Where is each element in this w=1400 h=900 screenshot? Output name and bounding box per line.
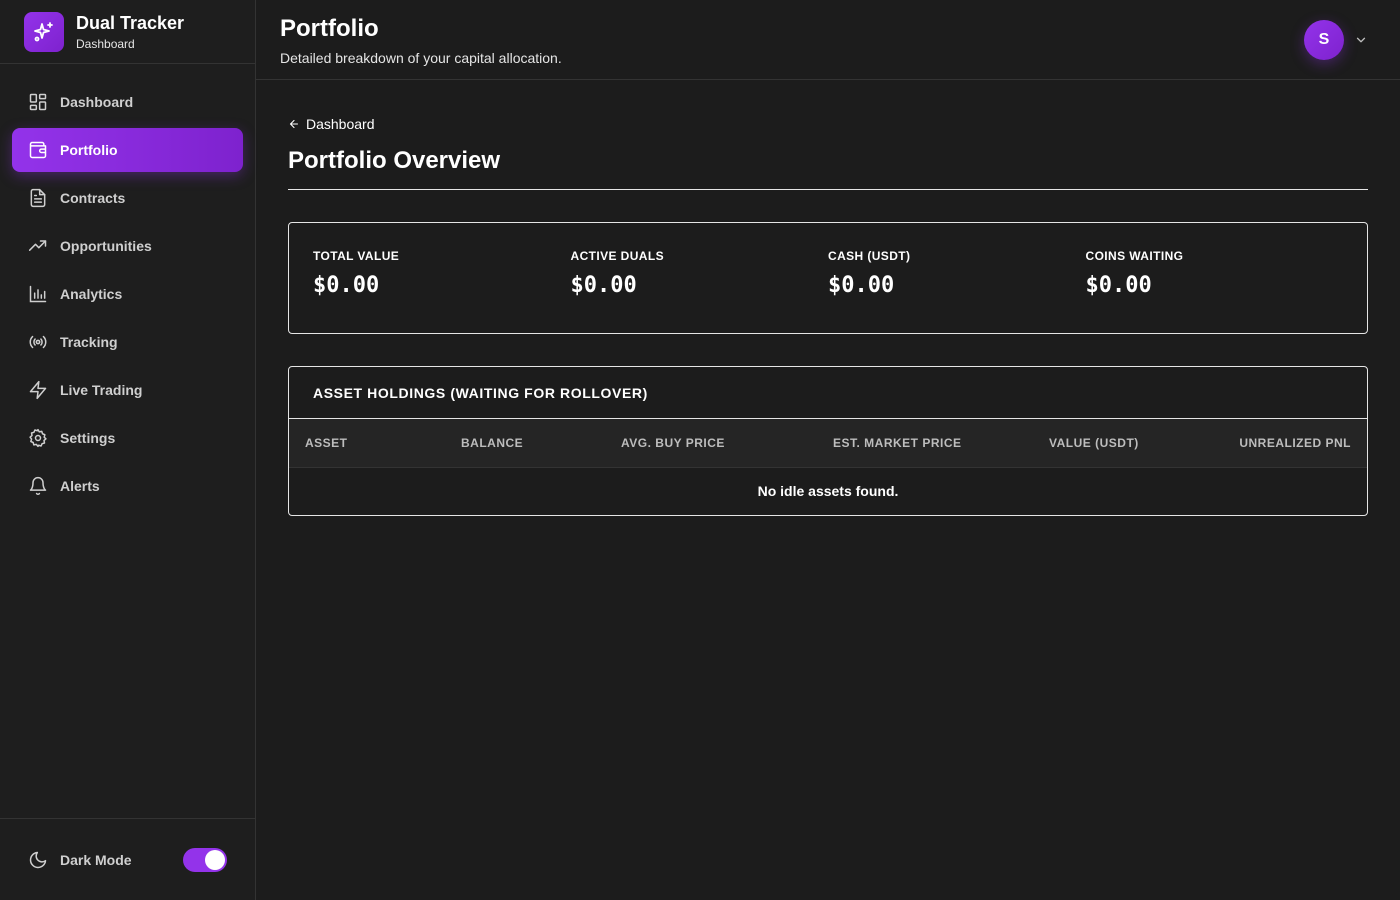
sidebar-item-label: Settings (60, 430, 116, 446)
column-header-unrealized-pnl[interactable]: UNREALIZED PNL (1213, 419, 1367, 467)
stat-value: $0.00 (1085, 273, 1152, 298)
radio-icon (28, 332, 48, 352)
sidebar-item-label: Analytics (60, 286, 123, 302)
sidebar-nav: Dashboard Portfolio Contracts Opportunit… (0, 64, 255, 512)
dark-mode-label: Dark Mode (60, 851, 132, 868)
stat-label: TOTAL VALUE (313, 249, 400, 263)
sidebar-item-alerts[interactable]: Alerts (12, 464, 243, 508)
table-row: No idle assets found. (289, 467, 1367, 515)
stat-value: $0.00 (570, 273, 637, 298)
topbar: Portfolio Detailed breakdown of your cap… (256, 0, 1400, 80)
back-link[interactable]: Dashboard (288, 116, 375, 132)
sidebar-item-live-trading[interactable]: Live Trading (12, 368, 243, 412)
back-link-label: Dashboard (306, 116, 375, 132)
dark-mode-toggle[interactable] (183, 847, 227, 872)
sidebar-item-tracking[interactable]: Tracking (12, 320, 243, 364)
stat-cash-usdt: CASH (USDT) $0.00 (828, 223, 1086, 333)
table-header-row: ASSET BALANCE AVG. BUY PRICE EST. MARKET… (289, 419, 1367, 467)
stat-label: COINS WAITING (1085, 249, 1184, 263)
avatar[interactable]: S (1304, 19, 1344, 60)
column-header-value-usdt[interactable]: VALUE (USDT) (1033, 419, 1213, 467)
sidebar-item-label: Alerts (60, 478, 100, 494)
page-subtitle: Detailed breakdown of your capital alloc… (280, 49, 562, 66)
moon-icon (28, 850, 48, 870)
column-header-avg-buy-price[interactable]: AVG. BUY PRICE (605, 419, 817, 467)
stat-label: CASH (USDT) (828, 249, 911, 263)
sidebar-item-settings[interactable]: Settings (12, 416, 243, 460)
lightning-icon (28, 380, 48, 400)
sidebar-item-label: Dashboard (60, 94, 134, 110)
sidebar: Dual Tracker Dashboard Dashboard Portfol… (0, 0, 256, 900)
stats-card: TOTAL VALUE $0.00 ACTIVE DUALS $0.00 CAS… (288, 222, 1368, 334)
grid-icon (28, 92, 48, 112)
holdings-table: ASSET BALANCE AVG. BUY PRICE EST. MARKET… (289, 419, 1367, 515)
stat-coins-waiting: COINS WAITING $0.00 (1086, 223, 1344, 333)
column-header-asset[interactable]: ASSET (289, 419, 445, 467)
holdings-title: ASSET HOLDINGS (WAITING FOR ROLLOVER) (289, 367, 1367, 419)
chevron-down-icon[interactable] (1354, 33, 1368, 47)
column-header-balance[interactable]: BALANCE (445, 419, 605, 467)
stat-active-duals: ACTIVE DUALS $0.00 (571, 223, 829, 333)
arrow-left-icon (288, 118, 300, 130)
sidebar-item-label: Contracts (60, 190, 126, 206)
toggle-knob (205, 849, 225, 870)
sidebar-item-label: Portfolio (60, 142, 118, 158)
sidebar-item-dashboard[interactable]: Dashboard (12, 80, 243, 124)
stat-label: ACTIVE DUALS (570, 249, 664, 263)
stat-total-value: TOTAL VALUE $0.00 (313, 223, 571, 333)
main-area: Portfolio Detailed breakdown of your cap… (256, 0, 1400, 900)
overview-title: Portfolio Overview (288, 147, 1368, 190)
sidebar-item-opportunities[interactable]: Opportunities (12, 224, 243, 268)
content: Dashboard Portfolio Overview TOTAL VALUE… (256, 80, 1400, 516)
app-subtitle: Dashboard (76, 36, 135, 51)
stat-value: $0.00 (828, 273, 895, 298)
trending-up-icon (28, 236, 48, 256)
sidebar-item-portfolio[interactable]: Portfolio (12, 128, 243, 172)
gear-icon (28, 428, 48, 448)
page-title: Portfolio (280, 14, 379, 42)
sidebar-item-contracts[interactable]: Contracts (12, 176, 243, 220)
sidebar-item-label: Opportunities (60, 238, 152, 254)
user-menu[interactable]: S (1304, 19, 1368, 60)
sidebar-item-analytics[interactable]: Analytics (12, 272, 243, 316)
sidebar-item-label: Live Trading (60, 382, 143, 398)
sidebar-item-label: Tracking (60, 334, 118, 350)
bell-icon (28, 476, 48, 496)
sidebar-footer: Dark Mode (0, 818, 255, 900)
asset-holdings-card: ASSET HOLDINGS (WAITING FOR ROLLOVER) AS… (288, 366, 1368, 516)
empty-state-text: No idle assets found. (757, 483, 899, 500)
brand[interactable]: Dual Tracker Dashboard (0, 0, 255, 64)
wallet-icon (28, 140, 48, 160)
app-title: Dual Tracker (76, 12, 185, 33)
stat-value: $0.00 (313, 273, 380, 298)
column-header-est-market-price[interactable]: EST. MARKET PRICE (817, 419, 1033, 467)
document-icon (28, 188, 48, 208)
bar-chart-icon (28, 284, 48, 304)
sparkles-icon (24, 11, 64, 52)
